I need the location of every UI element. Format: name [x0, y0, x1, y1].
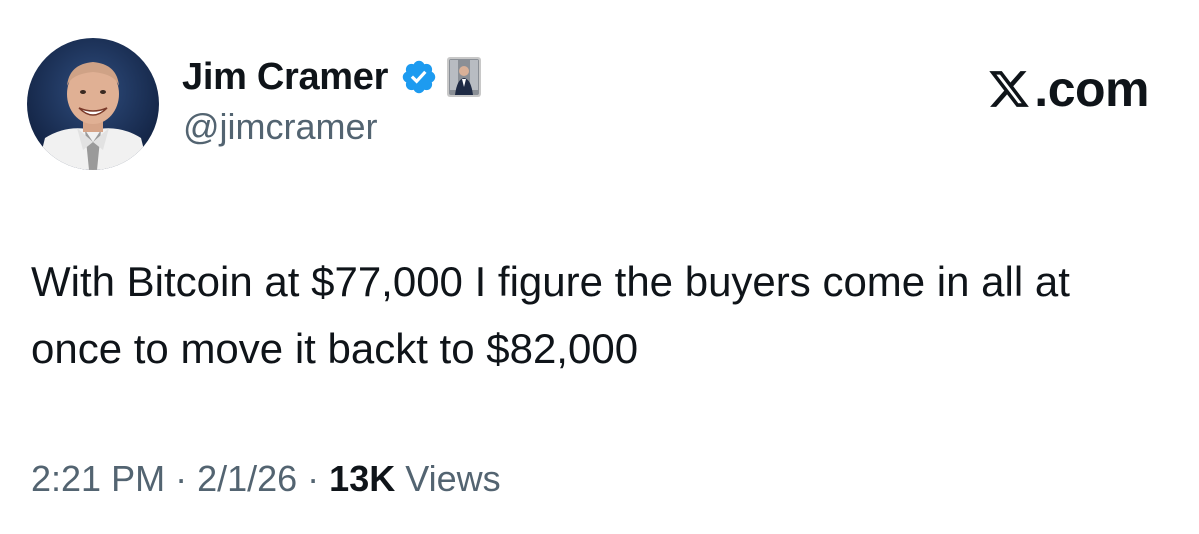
profile-photo — [27, 38, 159, 170]
tweet-time[interactable]: 2:21 PM — [31, 458, 165, 499]
meta-separator: · — [175, 458, 188, 499]
avatar[interactable] — [27, 38, 159, 170]
brand-label: .com — [1034, 61, 1149, 117]
handle[interactable]: @jimcramer — [183, 106, 378, 148]
tweet-meta: 2:21 PM · 2/1/26 · 13K Views — [31, 458, 501, 500]
tweet-text: With Bitcoin at $77,000 I figure the buy… — [31, 258, 1070, 372]
author-header: Jim Cramer — [182, 52, 482, 102]
views-label: Views — [405, 458, 501, 499]
views-count: 13K — [329, 458, 396, 499]
x-logo-icon — [989, 71, 1030, 107]
verified-badge-icon[interactable] — [400, 58, 438, 96]
display-name[interactable]: Jim Cramer — [182, 56, 388, 99]
brand-watermark: .com — [986, 60, 1149, 118]
affiliate-badge-icon[interactable] — [447, 57, 482, 97]
tweet-date[interactable]: 2/1/26 — [197, 458, 297, 499]
meta-separator: · — [307, 458, 320, 499]
